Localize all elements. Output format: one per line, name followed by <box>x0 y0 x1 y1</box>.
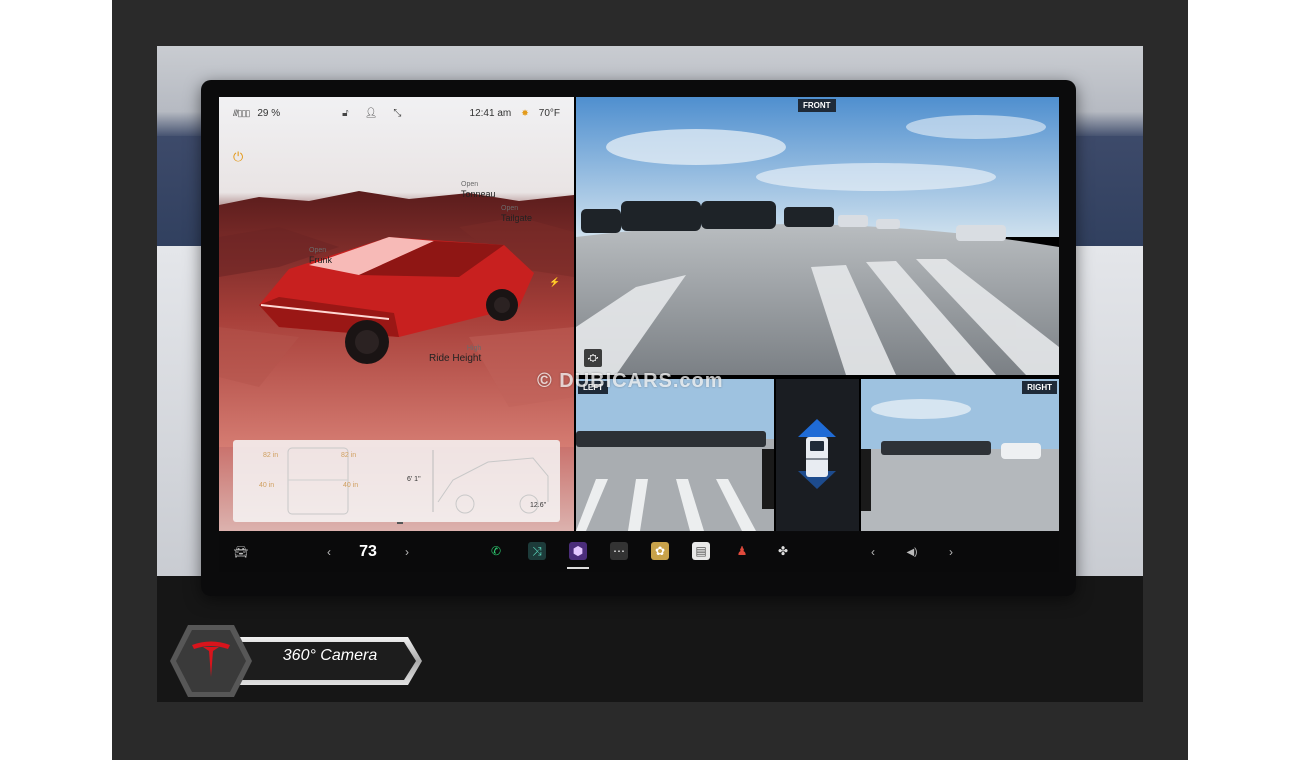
vehicle-panel: ///▯▯▯ 29 % 🔓︎ 👤︎ ⤡ 12:41 am ✸ 70°F ⏻ Op… <box>219 97 574 531</box>
terrain-render <box>219 191 574 447</box>
lock-icon[interactable]: 🔓︎ <box>342 108 348 119</box>
ride-height-control[interactable]: High Ride Height <box>429 345 481 365</box>
dimension-diagram <box>287 447 549 515</box>
volume-icon[interactable]: ◀︎) <box>903 542 921 562</box>
phone-icon[interactable]: ✆ <box>487 542 505 560</box>
spec-track-front: 40 in <box>259 482 275 489</box>
connectivity-icon[interactable]: ⤡ <box>393 108 401 119</box>
dimension-specs: 82 in 82 in 40 in 40 in 6' 1" 12.6" <box>233 440 560 522</box>
active-app-indicator <box>567 567 589 569</box>
outside-temperature: 70°F <box>538 107 560 119</box>
right-camera-label: RIGHT <box>1022 381 1057 394</box>
spec-width-front: 82 in <box>263 452 279 459</box>
badge-label: 360° Camera <box>282 647 378 664</box>
joystick-icon[interactable]: ♟ <box>733 542 751 560</box>
weather-icon: ✸ <box>521 107 529 118</box>
power-icon[interactable]: ⏻ <box>233 149 243 165</box>
left-camera-view[interactable]: LEFT <box>576 379 774 531</box>
top-down-diagram <box>798 419 836 489</box>
driver-profile-icon[interactable]: 👤︎ <box>365 108 378 119</box>
calendar-icon[interactable]: ▤ <box>692 542 710 560</box>
cabin-temperature[interactable]: 73 <box>353 542 383 562</box>
front-camera-view[interactable]: FRONT ⛮ <box>576 97 1059 375</box>
tonneau-control[interactable]: Open Tonneau <box>461 181 496 199</box>
fan-icon[interactable]: ✤ <box>774 542 792 560</box>
spec-height: 6' 1" <box>407 476 421 483</box>
spec-width-rear: 82 in <box>341 452 357 459</box>
spec-track-rear: 40 in <box>343 482 359 489</box>
volume-down-icon[interactable]: ‹ <box>865 542 881 562</box>
photos-icon[interactable]: ✿ <box>651 542 669 560</box>
charge-port-icon[interactable]: ⚡ <box>549 277 560 287</box>
taskbar: 🚘︎ ‹ 73 › ✆ ⤨ ⬢ ⋯ ✿ ▤ ♟ ✤ ‹ ◀︎) › <box>219 532 1059 572</box>
top-down-view <box>776 379 859 531</box>
touchscreen: ///▯▯▯ 29 % 🔓︎ 👤︎ ⤡ 12:41 am ✸ 70°F ⏻ Op… <box>219 97 1059 531</box>
volume-up-icon[interactable]: › <box>943 542 959 562</box>
camera-settings-icon[interactable]: ⛮ <box>584 349 602 367</box>
car-icon[interactable]: 🚘︎ <box>231 542 251 562</box>
battery-icon: ///▯▯▯ <box>233 107 250 118</box>
front-camera-feed <box>576 97 1059 375</box>
more-icon[interactable]: ⋯ <box>610 542 628 560</box>
watermark: © DUBICARS.com <box>537 370 724 392</box>
right-camera-view[interactable]: RIGHT <box>861 379 1059 531</box>
page-indicator <box>397 522 403 524</box>
app-icon[interactable]: ⬢ <box>569 542 587 560</box>
spec-clearance: 12.6" <box>530 502 547 509</box>
shuffle-icon[interactable]: ⤨ <box>528 542 546 560</box>
status-bar: ///▯▯▯ 29 % 🔓︎ 👤︎ ⤡ 12:41 am ✸ 70°F <box>219 97 574 129</box>
temp-down-icon[interactable]: ‹ <box>321 542 337 562</box>
temp-up-icon[interactable]: › <box>399 542 415 562</box>
right-camera-feed <box>861 379 1059 531</box>
battery-indicator: ///▯▯▯ 29 % <box>233 108 280 119</box>
frunk-control[interactable]: Open Frunk <box>309 247 332 265</box>
battery-percent: 29 % <box>257 107 281 119</box>
left-camera-feed <box>576 379 774 531</box>
front-camera-label: FRONT <box>798 99 836 112</box>
tailgate-control[interactable]: Open Tailgate <box>501 205 532 223</box>
clock: 12:41 am <box>469 107 512 119</box>
